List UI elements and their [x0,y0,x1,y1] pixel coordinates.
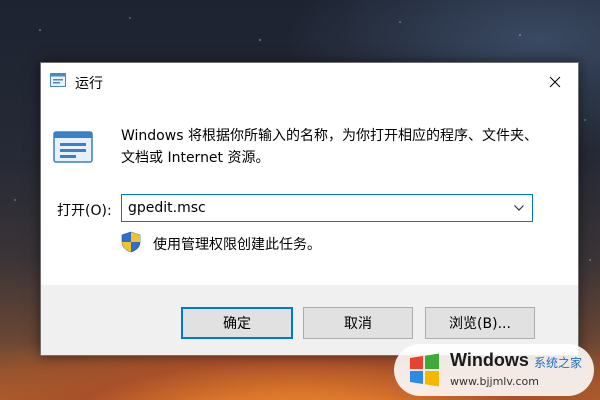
close-icon [549,76,561,88]
close-button[interactable] [532,63,578,101]
dialog-description: Windows 将根据你所输入的名称，为你打开相应的程序、文件夹、文档或 Int… [121,128,538,166]
command-input[interactable] [122,195,502,221]
run-program-icon [53,131,93,163]
ok-button[interactable]: 确定 [181,307,293,339]
run-dialog: 运行 Windows 将根据你所输入的名称，为你打开相应的程序、文件夹、文档或 … [40,62,579,356]
site-watermark: Windows 系统之家 www.bjjmlv.com [394,344,594,396]
watermark-subtitle: 系统之家 [534,356,583,370]
title-bar[interactable]: 运行 [41,63,578,101]
watermark-title: Windows [450,350,529,370]
open-combobox[interactable] [121,194,533,222]
browse-button[interactable]: 浏览(B)... [425,307,535,339]
uac-shield-icon [121,231,141,253]
watermark-url: www.bjjmlv.com [450,375,539,388]
cancel-button[interactable]: 取消 [303,307,413,339]
open-label: 打开(O): [57,203,112,219]
run-app-icon [50,73,66,87]
window-title: 运行 [75,76,103,92]
admin-note: 使用管理权限创建此任务。 [153,237,321,253]
chevron-down-icon [514,205,524,211]
dialog-content: Windows 将根据你所输入的名称，为你打开相应的程序、文件夹、文档或 Int… [41,101,578,285]
windows-logo-icon [410,353,439,387]
combo-dropdown-button[interactable] [506,195,532,221]
